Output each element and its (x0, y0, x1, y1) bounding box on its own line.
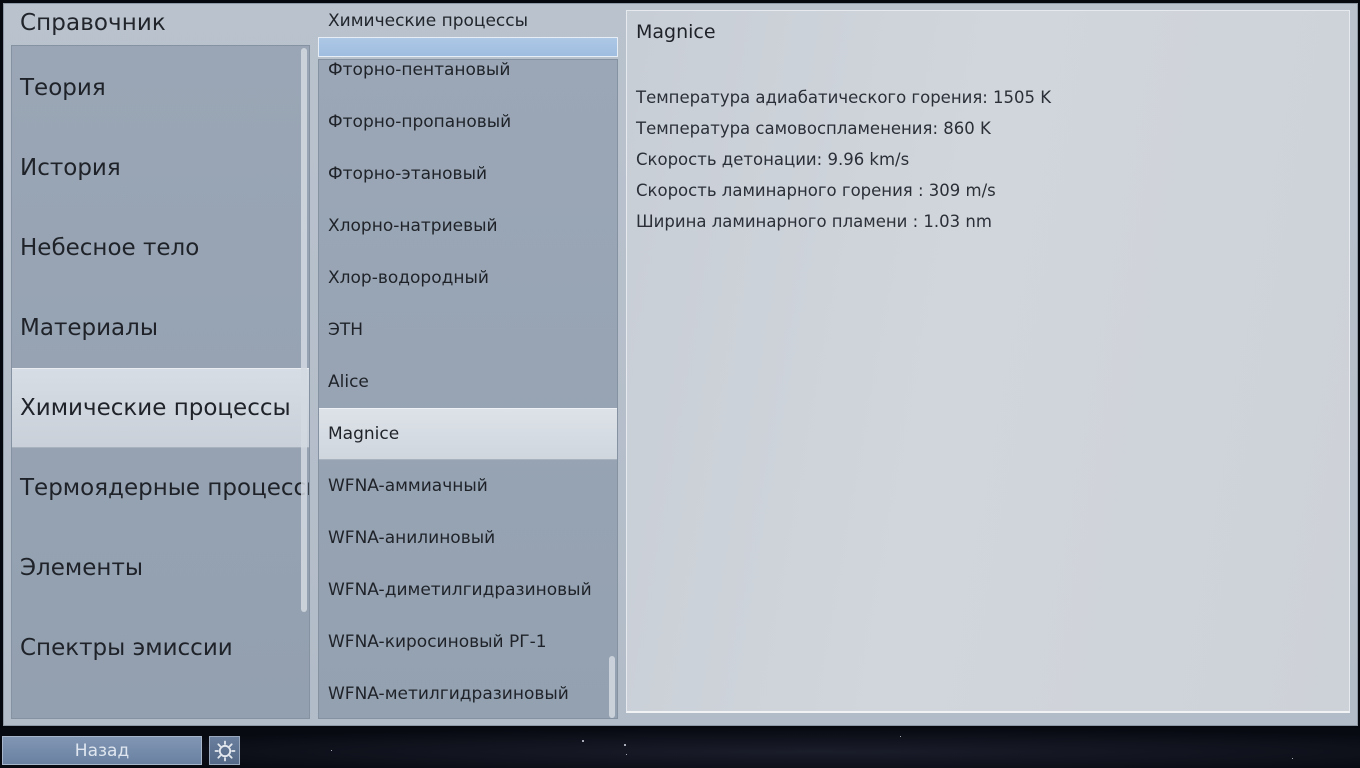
window-title: Справочник (20, 10, 166, 36)
property-detonation-velocity: Скорость детонации: 9.96 km/s (636, 150, 910, 169)
app-root: Справочник Теория История Небесное тело … (0, 0, 1360, 768)
bottom-bar (0, 728, 1360, 768)
star (900, 736, 901, 737)
list-item[interactable]: Фторно-пентановый (319, 60, 617, 96)
list-item[interactable]: Хлор-водородный (319, 252, 617, 304)
list-item[interactable]: Фторно-этановый (319, 148, 617, 200)
property-adiabatic-temperature: Температура адиабатического горения: 150… (636, 88, 1052, 107)
list-item[interactable]: Хлорно-натриевый (319, 200, 617, 252)
list-item[interactable]: WFNA-аммиачный (319, 460, 617, 512)
star (624, 744, 626, 746)
property-autoignition-temperature: Температура самовоспламенения: 860 K (636, 119, 991, 138)
list-item[interactable]: WFNA-диметилгидразиновый (319, 564, 617, 616)
process-list-scrollbar[interactable] (609, 656, 615, 718)
star (626, 754, 627, 755)
sidebar-scrollbar[interactable] (301, 48, 307, 612)
process-list: Фторно-пентановый Фторно-пропановый Фтор… (318, 59, 618, 719)
sidebar-item-celestial-body[interactable]: Небесное тело (12, 208, 309, 288)
back-button[interactable]: Назад (2, 736, 202, 765)
sidebar-item-thermonuclear-processes[interactable]: Термоядерные процессы (12, 448, 309, 528)
star (582, 740, 584, 742)
property-laminar-burning-speed: Скорость ламинарного горения : 309 m/s (636, 181, 996, 200)
sidebar-item-theory[interactable]: Теория (12, 48, 309, 128)
sidebar-item-materials[interactable]: Материалы (12, 288, 309, 368)
detail-panel: Magnice Температура адиабатического горе… (626, 10, 1350, 713)
list-item-selected[interactable]: Magnice (319, 408, 617, 460)
sidebar-item-elements[interactable]: Элементы (12, 528, 309, 608)
process-list-title: Химические процессы (328, 11, 529, 31)
sidebar-item-chemical-processes[interactable]: Химические процессы (12, 368, 309, 448)
list-item[interactable]: WFNA-анилиновый (319, 512, 617, 564)
star (331, 750, 332, 751)
detail-title: Magnice (636, 21, 716, 43)
sidebar-item-history[interactable]: История (12, 128, 309, 208)
gear-icon (213, 739, 237, 763)
list-item[interactable]: WFNA-киросиновый РГ-1 (319, 616, 617, 668)
list-item[interactable]: Фторно-пропановый (319, 96, 617, 148)
category-sidebar: Теория История Небесное тело Материалы Х… (11, 45, 310, 719)
list-item[interactable]: WFNA-метилгидразиновый (319, 668, 617, 718)
settings-button[interactable] (209, 736, 240, 765)
list-item[interactable]: Alice (319, 356, 617, 408)
sidebar-item-emission-spectra[interactable]: Спектры эмиссии (12, 608, 309, 688)
process-search-input[interactable] (318, 37, 618, 57)
list-item[interactable]: ЭТН (319, 304, 617, 356)
star (1292, 758, 1293, 759)
property-laminar-flame-width: Ширина ламинарного пламени : 1.03 nm (636, 212, 992, 231)
